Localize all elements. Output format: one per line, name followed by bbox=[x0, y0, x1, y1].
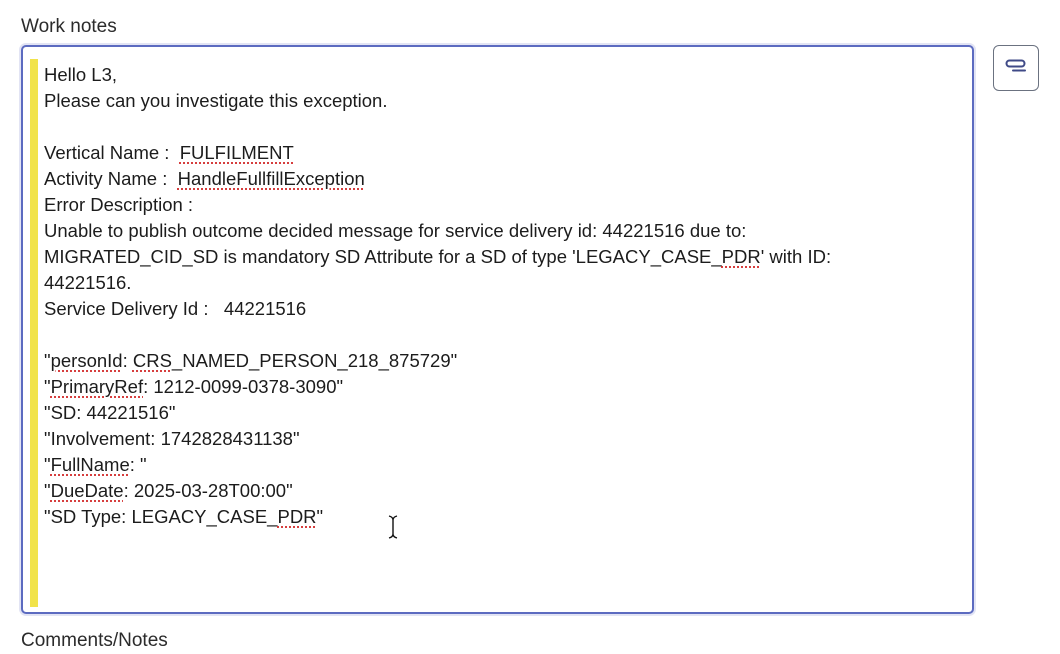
comments-notes-label: Comments/Notes bbox=[21, 630, 168, 651]
spellcheck-word: FullName bbox=[50, 454, 130, 475]
note-line: "personId: CRS_NAMED_PERSON_218_875729" bbox=[44, 348, 932, 374]
note-line: Hello L3, bbox=[44, 64, 118, 85]
full-name-rest: : " bbox=[129, 454, 147, 475]
note-line: Activity Name : HandleFullfillException bbox=[44, 166, 932, 192]
quote: " bbox=[44, 350, 51, 371]
message-toggle-button[interactable] bbox=[993, 45, 1039, 91]
error-text-end: ' with ID: bbox=[760, 246, 832, 267]
note-line: "SD: 44221516" bbox=[44, 402, 176, 423]
due-date-rest: : 2025-03-28T00:00" bbox=[123, 480, 293, 501]
note-line: Unable to publish outcome decided messag… bbox=[44, 220, 747, 241]
note-line: Vertical Name : FULFILMENT bbox=[44, 140, 932, 166]
spellcheck-word: PrimaryRef bbox=[50, 376, 144, 397]
note-line: "PrimaryRef: 1212-0099-0378-3090" bbox=[44, 374, 932, 400]
note-line: "Involvement: 1742828431138" bbox=[44, 428, 300, 449]
note-line: Service Delivery Id : 44221516 bbox=[44, 298, 307, 319]
quote: " bbox=[44, 480, 51, 501]
mandatory-indicator-bar bbox=[30, 59, 38, 607]
note-line: MIGRATED_CID_SD is mandatory SD Attribut… bbox=[44, 244, 932, 270]
message-toggle-icon bbox=[1005, 59, 1027, 78]
spellcheck-word: DueDate bbox=[50, 480, 124, 501]
quote: " bbox=[44, 376, 51, 397]
note-line: Error Description : bbox=[44, 194, 194, 215]
work-notes-content[interactable]: Hello L3, Please can you investigate thi… bbox=[44, 62, 932, 530]
spellcheck-word: PDR bbox=[721, 246, 761, 267]
note-line: Please can you investigate this exceptio… bbox=[44, 90, 388, 111]
work-notes-label: Work notes bbox=[21, 16, 117, 37]
activity-name-key: Activity Name : bbox=[44, 168, 178, 189]
note-line: "SD Type: LEGACY_CASE_PDR" bbox=[44, 504, 932, 530]
note-line: "FullName: " bbox=[44, 452, 932, 478]
closing-quote: " bbox=[316, 506, 324, 527]
note-line: "DueDate: 2025-03-28T00:00" bbox=[44, 478, 932, 504]
error-text: MIGRATED_CID_SD is mandatory SD Attribut… bbox=[44, 246, 722, 267]
activity-name-value: HandleFullfillException bbox=[177, 168, 365, 189]
spellcheck-word: CRS bbox=[132, 350, 172, 371]
person-id-rest: _NAMED_PERSON_218_875729" bbox=[171, 350, 458, 371]
vertical-name-value: FULFILMENT bbox=[179, 142, 294, 163]
spellcheck-word: personId bbox=[50, 350, 123, 371]
sd-type-key: "SD Type: LEGACY_CASE_ bbox=[44, 506, 278, 527]
note-line: 44221516. bbox=[44, 272, 132, 293]
primary-ref-rest: : 1212-0099-0378-3090" bbox=[143, 376, 344, 397]
vertical-name-key: Vertical Name : bbox=[44, 142, 180, 163]
text-cursor-icon bbox=[387, 515, 399, 544]
quote: " bbox=[44, 454, 51, 475]
work-notes-textarea[interactable]: Hello L3, Please can you investigate thi… bbox=[21, 45, 974, 614]
spellcheck-word: PDR bbox=[277, 506, 317, 527]
separator: : bbox=[122, 350, 133, 371]
